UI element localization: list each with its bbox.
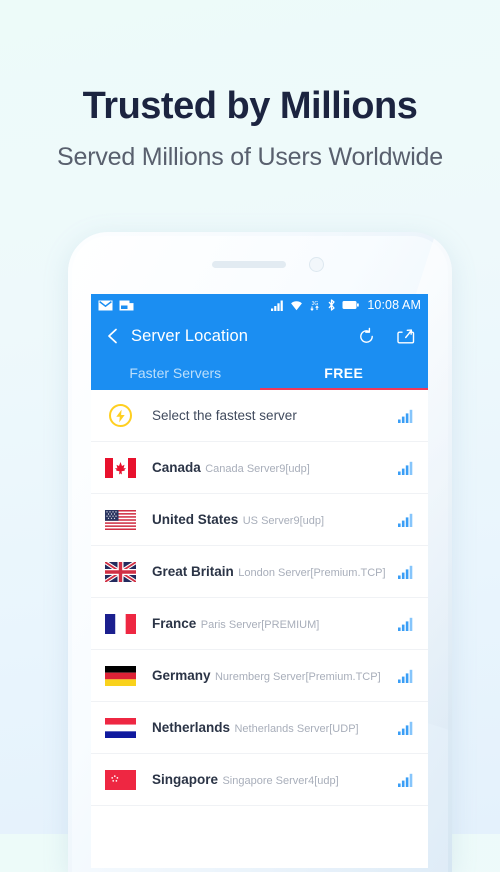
lightning-bolt-icon [105, 404, 136, 427]
mail-read-icon [119, 300, 134, 310]
server-info: United States US Server9[udp] [152, 511, 398, 529]
server-name: Paris Server[PREMIUM] [200, 618, 320, 631]
flag-sg-icon [105, 769, 136, 790]
server-list: Select the fastest server Canada Canada … [91, 390, 428, 806]
table-row[interactable]: United States US Server9[udp] [91, 494, 428, 546]
app-bar-actions [357, 327, 415, 346]
country-name: United States [152, 511, 239, 527]
fastest-server-label: Select the fastest server [152, 408, 297, 423]
server-name: Singapore Server4[udp] [222, 774, 339, 787]
signal-bars-icon [398, 617, 414, 631]
server-name: Canada Server9[udp] [205, 462, 310, 475]
3g-icon: 3G [310, 301, 320, 311]
table-row[interactable]: Germany Nuremberg Server[Premium.TCP] [91, 650, 428, 702]
page-title: Trusted by Millions [82, 85, 418, 127]
phone-camera-icon [309, 257, 324, 272]
country-name: France [152, 615, 197, 631]
app-bar: Server Location [91, 316, 428, 356]
signal-bars-icon [398, 409, 414, 423]
flag-ca-icon [105, 457, 136, 478]
app-bar-title: Server Location [131, 326, 249, 345]
page-subtitle: Served Millions of Users Worldwide [57, 142, 443, 171]
share-icon[interactable] [396, 327, 415, 346]
tab-free-label: FREE [324, 365, 364, 381]
phone-speaker-icon [212, 261, 286, 268]
signal-bars-icon [398, 461, 414, 475]
refresh-icon[interactable] [357, 327, 376, 346]
server-info: Canada Canada Server9[udp] [152, 459, 398, 477]
country-name: Great Britain [152, 563, 234, 579]
status-bar: 3G 10:08 AM [91, 294, 428, 316]
status-bar-clock: 10:08 AM [367, 298, 421, 312]
country-name: Canada [152, 459, 201, 475]
mail-icon [98, 300, 113, 310]
phone-screen: 3G 10:08 AM Server Location Faster Serve… [91, 294, 428, 868]
promo-heading: Trusted by Millions Served Millions of U… [0, 85, 500, 172]
server-name: Nuremberg Server[Premium.TCP] [214, 670, 381, 683]
battery-icon [342, 301, 360, 309]
server-info: Singapore Singapore Server4[udp] [152, 771, 398, 789]
status-bar-right: 3G 10:08 AM [271, 298, 421, 312]
list-item-fastest-server[interactable]: Select the fastest server [91, 390, 428, 442]
table-row[interactable]: France Paris Server[PREMIUM] [91, 598, 428, 650]
flag-fr-icon [105, 613, 136, 634]
country-name: Netherlands [152, 719, 231, 735]
signal-bars-icon [398, 721, 414, 735]
cell-signal-icon [271, 300, 284, 311]
signal-bars-icon [398, 669, 414, 683]
signal-bars-icon [398, 565, 414, 579]
server-name: London Server[Premium.TCP] [238, 566, 386, 579]
signal-bars-icon [398, 513, 414, 527]
signal-bars-icon [398, 773, 414, 787]
wifi-icon [291, 300, 303, 310]
tab-free[interactable]: FREE [259, 356, 429, 390]
table-row[interactable]: Canada Canada Server9[udp] [91, 442, 428, 494]
bluetooth-icon [328, 299, 336, 311]
server-name: US Server9[udp] [242, 514, 325, 527]
flag-gb-icon [105, 561, 136, 582]
table-row[interactable]: Netherlands Netherlands Server[UDP] [91, 702, 428, 754]
server-info: France Paris Server[PREMIUM] [152, 615, 398, 633]
server-info: Netherlands Netherlands Server[UDP] [152, 719, 398, 737]
status-bar-left [98, 300, 134, 311]
table-row[interactable]: Singapore Singapore Server4[udp] [91, 754, 428, 806]
flag-de-icon [105, 665, 136, 686]
country-name: Singapore [152, 771, 219, 787]
phone-mockup: 3G 10:08 AM Server Location Faster Serve… [68, 232, 452, 872]
tab-bar: Faster Servers FREE [91, 356, 428, 390]
server-info: Germany Nuremberg Server[Premium.TCP] [152, 667, 398, 685]
server-name: Netherlands Server[UDP] [234, 722, 359, 735]
server-info: Great Britain London Server[Premium.TCP] [152, 563, 398, 581]
table-row[interactable]: Great Britain London Server[Premium.TCP] [91, 546, 428, 598]
tab-faster-servers-label: Faster Servers [129, 365, 222, 381]
back-chevron-icon[interactable] [104, 327, 122, 345]
tab-faster-servers[interactable]: Faster Servers [91, 356, 260, 390]
flag-nl-icon [105, 717, 136, 738]
country-name: Germany [152, 667, 211, 683]
flag-us-icon [105, 509, 136, 530]
